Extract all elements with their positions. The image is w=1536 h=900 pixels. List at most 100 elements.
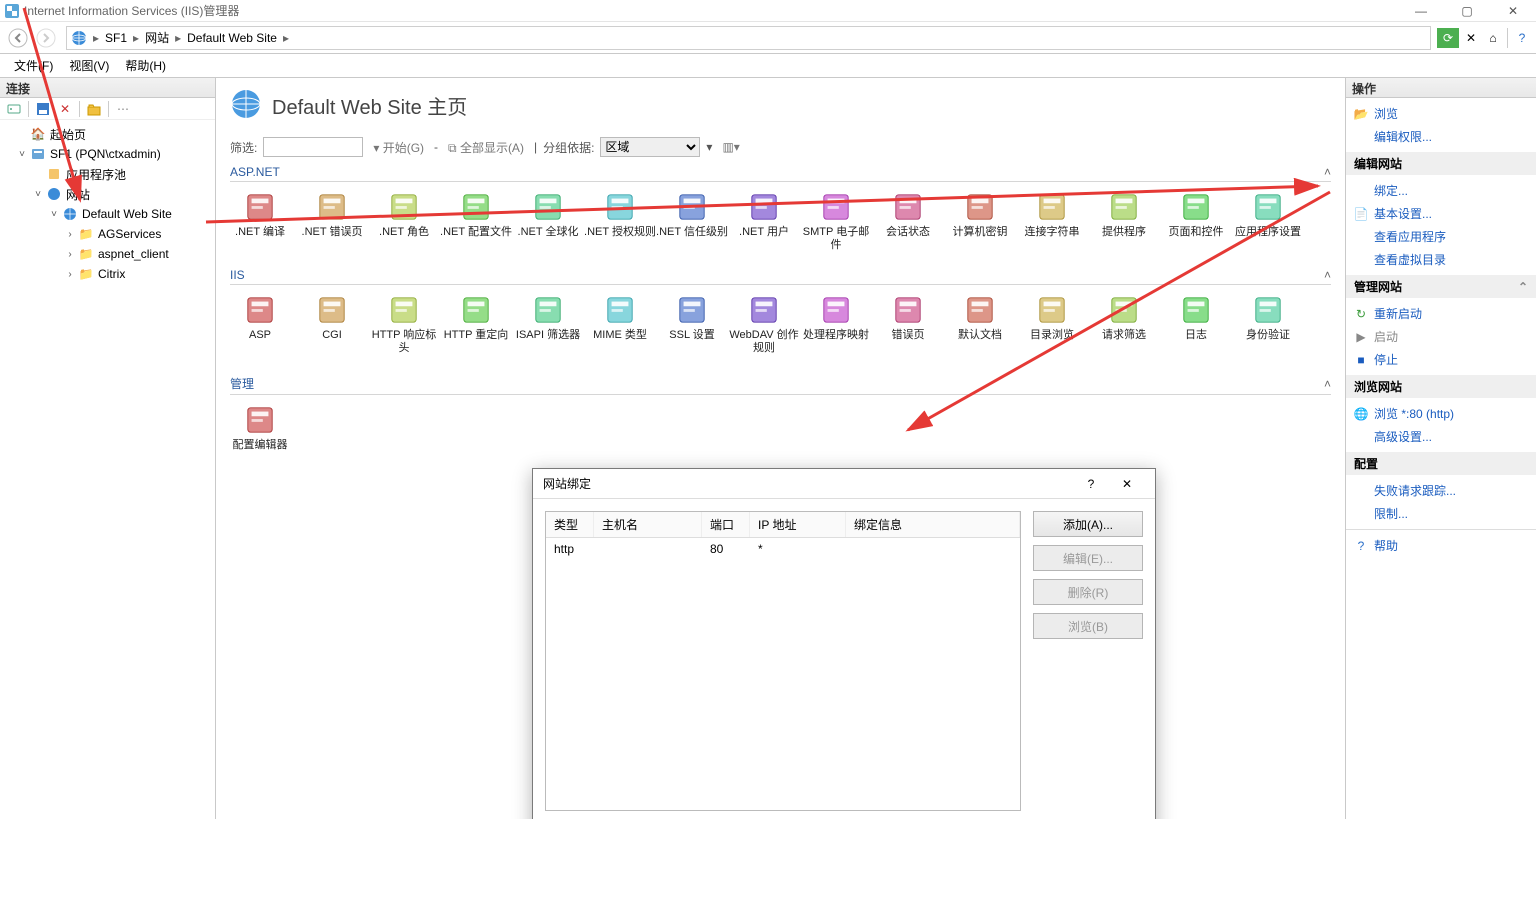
add-binding-button[interactable]: 添加(A)... <box>1033 511 1143 537</box>
app-item[interactable]: 默认文档 <box>944 293 1016 355</box>
help-button[interactable]: ? <box>1512 28 1532 48</box>
maximize-button[interactable]: ▢ <box>1444 0 1490 22</box>
app-label: 目录浏览 <box>1030 329 1074 342</box>
app-item[interactable]: .NET 配置文件 <box>440 190 512 252</box>
tree-aspnet-client[interactable]: ›📁aspnet_client <box>0 244 215 264</box>
app-item[interactable]: SMTP 电子邮件 <box>800 190 872 252</box>
breadcrumb-server[interactable]: SF1 <box>99 31 133 45</box>
group-mgmt[interactable]: 管理˄ <box>230 375 1331 395</box>
col-port[interactable]: 端口 <box>702 512 750 537</box>
col-type[interactable]: 类型 <box>546 512 594 537</box>
app-item[interactable]: WebDAV 创作规则 <box>728 293 800 355</box>
app-icon <box>747 293 781 327</box>
app-item[interactable]: 应用程序设置 <box>1232 190 1304 252</box>
app-item[interactable]: HTTP 响应标头 <box>368 293 440 355</box>
col-ip[interactable]: IP 地址 <box>750 512 846 537</box>
action-edit-permissions[interactable]: 编辑权限... <box>1346 125 1536 148</box>
binding-row[interactable]: http 80 * <box>546 538 1020 560</box>
app-item[interactable]: 目录浏览 <box>1016 293 1088 355</box>
menu-view[interactable]: 视图(V) <box>61 55 117 76</box>
app-item[interactable]: .NET 编译 <box>224 190 296 252</box>
tree-server[interactable]: ˅SF1 (PQN\ctxadmin) <box>0 144 215 164</box>
app-item[interactable]: ASP <box>224 293 296 355</box>
app-item[interactable]: ISAPI 筛选器 <box>512 293 584 355</box>
stop-nav-button[interactable]: ✕ <box>1461 28 1481 48</box>
app-item[interactable]: MIME 类型 <box>584 293 656 355</box>
filter-input[interactable] <box>263 137 363 157</box>
breadcrumb-site[interactable]: Default Web Site <box>181 31 283 45</box>
app-item[interactable]: 处理程序映射 <box>800 293 872 355</box>
view-mode-button[interactable]: ▥▾ <box>718 140 743 154</box>
go-button[interactable]: ▾ 开始(G) <box>369 139 428 156</box>
app-item[interactable]: .NET 错误页 <box>296 190 368 252</box>
bindings-list[interactable]: 类型 主机名 端口 IP 地址 绑定信息 http 80 * <box>545 511 1021 811</box>
refresh-icon[interactable]: ⋯ <box>113 100 133 118</box>
breadcrumb[interactable]: ▸ SF1 ▸ 网站 ▸ Default Web Site ▸ <box>66 26 1431 50</box>
app-item[interactable]: .NET 信任级别 <box>656 190 728 252</box>
tree-default-web-site[interactable]: ˅Default Web Site <box>0 204 215 224</box>
minimize-button[interactable]: — <box>1398 0 1444 22</box>
collapse-icon[interactable]: ⌃ <box>1518 280 1528 294</box>
connect-icon[interactable] <box>4 100 24 118</box>
menu-file[interactable]: 文件(F) <box>6 55 61 76</box>
groupby-select[interactable]: 区域 <box>600 137 700 157</box>
app-item[interactable]: 身份验证 <box>1232 293 1304 355</box>
app-icon <box>315 293 349 327</box>
action-stop[interactable]: ■停止 <box>1346 348 1536 371</box>
app-item[interactable]: .NET 角色 <box>368 190 440 252</box>
action-basic-settings[interactable]: 📄基本设置... <box>1346 202 1536 225</box>
show-all-button[interactable]: ⧉ 全部显示(A) <box>444 139 528 156</box>
back-button[interactable] <box>4 24 32 52</box>
app-item[interactable]: .NET 用户 <box>728 190 800 252</box>
tree-app-pools[interactable]: 应用程序池 <box>0 164 215 184</box>
app-item[interactable]: 计算机密钥 <box>944 190 1016 252</box>
app-icon <box>747 190 781 224</box>
home-button[interactable]: ⌂ <box>1483 28 1503 48</box>
action-failed-request-tracing[interactable]: 失败请求跟踪... <box>1346 479 1536 502</box>
app-item[interactable]: 会话状态 <box>872 190 944 252</box>
col-host[interactable]: 主机名 <box>594 512 702 537</box>
forward-button[interactable] <box>32 24 60 52</box>
up-level-icon[interactable] <box>84 100 104 118</box>
app-item[interactable]: 配置编辑器 <box>224 403 296 452</box>
app-item[interactable]: .NET 授权规则 <box>584 190 656 252</box>
app-item[interactable]: 页面和控件 <box>1160 190 1232 252</box>
close-button[interactable]: ✕ <box>1490 0 1536 22</box>
filter-bar: 筛选: ▾ 开始(G) - ⧉ 全部显示(A) | 分组依据: 区域 ▾ ▥▾ <box>216 133 1345 161</box>
dialog-title: 网站绑定 <box>543 475 1073 492</box>
tree-agservices[interactable]: ›📁AGServices <box>0 224 215 244</box>
group-aspnet[interactable]: ASP.NET˄ <box>230 165 1331 182</box>
col-info[interactable]: 绑定信息 <box>846 512 1020 537</box>
tree-sites[interactable]: ˅网站 <box>0 184 215 204</box>
center-pane: Default Web Site 主页 筛选: ▾ 开始(G) - ⧉ 全部显示… <box>216 78 1346 819</box>
app-label: .NET 用户 <box>739 226 789 239</box>
action-restart[interactable]: ↻重新启动 <box>1346 302 1536 325</box>
save-icon[interactable] <box>33 100 53 118</box>
app-item[interactable]: HTTP 重定向 <box>440 293 512 355</box>
menu-help[interactable]: 帮助(H) <box>117 55 174 76</box>
app-item[interactable]: .NET 全球化 <box>512 190 584 252</box>
group-iis[interactable]: IIS˄ <box>230 268 1331 285</box>
app-item[interactable]: CGI <box>296 293 368 355</box>
app-item[interactable]: SSL 设置 <box>656 293 728 355</box>
action-limits[interactable]: 限制... <box>1346 502 1536 525</box>
app-item[interactable]: 日志 <box>1160 293 1232 355</box>
action-bindings[interactable]: 绑定... <box>1346 179 1536 202</box>
app-item[interactable]: 请求筛选 <box>1088 293 1160 355</box>
app-item[interactable]: 提供程序 <box>1088 190 1160 252</box>
action-advanced[interactable]: 高级设置... <box>1346 425 1536 448</box>
action-explore[interactable]: 📂浏览 <box>1346 102 1536 125</box>
action-view-apps[interactable]: 查看应用程序 <box>1346 225 1536 248</box>
breadcrumb-sites[interactable]: 网站 <box>139 29 175 46</box>
refresh-split-button[interactable]: ⟳ <box>1437 28 1459 48</box>
tree-start-page[interactable]: 🏠起始页 <box>0 124 215 144</box>
action-help[interactable]: ?帮助 <box>1346 534 1536 557</box>
app-item[interactable]: 错误页 <box>872 293 944 355</box>
action-view-vdirs[interactable]: 查看虚拟目录 <box>1346 248 1536 271</box>
tree-citrix[interactable]: ›📁Citrix <box>0 264 215 284</box>
dialog-help-button[interactable]: ? <box>1073 472 1109 496</box>
app-item[interactable]: 连接字符串 <box>1016 190 1088 252</box>
action-browse-80[interactable]: 🌐浏览 *:80 (http) <box>1346 402 1536 425</box>
dialog-close-button[interactable]: ✕ <box>1109 472 1145 496</box>
delete-icon[interactable]: ✕ <box>55 100 75 118</box>
